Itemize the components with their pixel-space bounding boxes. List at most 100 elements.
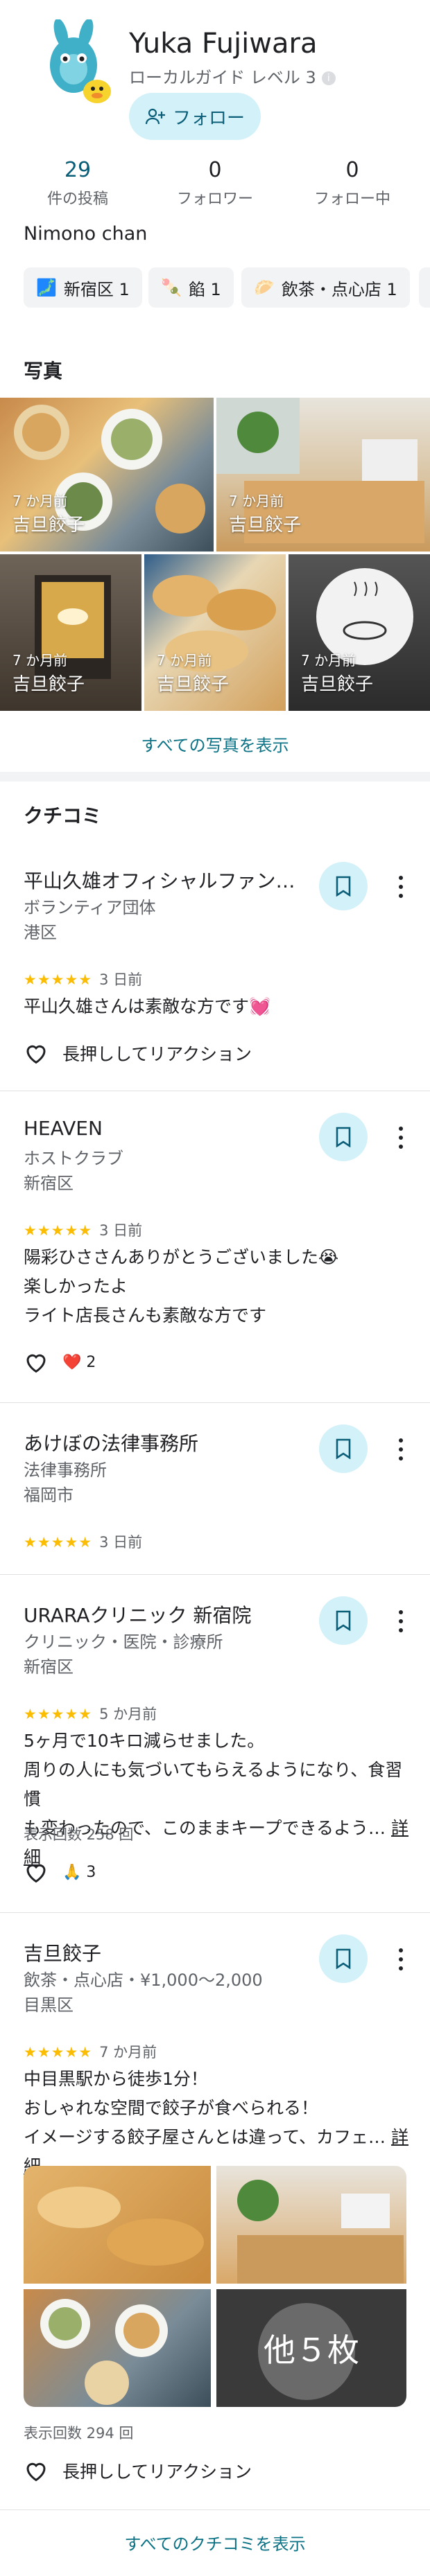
more-vert-icon [399, 875, 403, 880]
chip-an[interactable]: 🍡 餡 1 [148, 267, 234, 308]
reaction-button[interactable]: ❤️ 2 [24, 1350, 96, 1375]
review-text-line: ライト店長さんも素敵な方です [24, 1305, 267, 1325]
stat-followers[interactable]: 0 フォロワー [160, 158, 270, 209]
more-options-button[interactable] [393, 1607, 409, 1635]
chip-shinjuku[interactable]: 🗾 新宿区 1 [24, 267, 142, 308]
photo-place: 吉旦餃子 [229, 515, 302, 536]
photo-date: 7 か月前 [157, 652, 212, 669]
reaction-count: 2 [86, 1353, 96, 1371]
review-rating: ★★★★★ 7 か月前 [24, 2041, 157, 2062]
reaction-count: 3 [86, 1863, 96, 1881]
photo-place: 吉旦餃子 [12, 515, 85, 536]
more-options-button[interactable] [393, 873, 409, 901]
avatar[interactable] [31, 18, 121, 109]
profile-name: Yuka Fujiwara [129, 28, 318, 60]
review-date: 7 か月前 [99, 2044, 157, 2061]
photo-tile[interactable]: 7 か月前 吉旦餃子 [216, 398, 430, 552]
review-category: ボランティア団体 [24, 898, 156, 917]
bookmark-icon [336, 1127, 351, 1147]
review-category: 法律事務所 [24, 1461, 107, 1480]
photo-date: 7 か月前 [12, 493, 68, 509]
reaction-button[interactable]: 長押ししてリアクション [24, 1041, 252, 1066]
photo-image [37, 2187, 204, 2266]
more-photos-count: 他５枚 [264, 2331, 359, 2369]
bio: Nimono chan [24, 223, 148, 245]
stat-followers-count: 0 [208, 158, 222, 182]
review-rating: ★★★★★ 3 日前 [24, 1531, 142, 1552]
chip-dimsum[interactable]: 🥟 飲茶・点心店 1 [241, 267, 410, 308]
more-options-button[interactable] [393, 1946, 409, 1973]
save-bookmark-button[interactable] [319, 862, 368, 910]
review-rating: ★★★★★ 3 日前 [24, 969, 142, 989]
more-vert-icon [399, 1126, 403, 1131]
pray-reaction-icon: 🙏 [62, 1863, 82, 1881]
review-text: 中目黒駅から徒歩1分！ おしゃれな空間で餃子が食べられる！ イメージする餃子屋さ… [24, 2065, 412, 2181]
review-text-line: 5ヶ月で10キロ減らせました。 [24, 1731, 265, 1751]
chip-more[interactable] [419, 267, 430, 308]
review-location: 福岡市 [24, 1485, 74, 1505]
view-count: 表示回数 294 回 [24, 2425, 134, 2442]
save-bookmark-button[interactable] [319, 1934, 368, 1983]
star-rating: ★★★★★ [24, 2044, 93, 2061]
review-place-name[interactable]: HEAVEN [24, 1117, 103, 1140]
heart-reaction-icon: ❤️ [62, 1353, 82, 1371]
save-bookmark-button[interactable] [319, 1596, 368, 1645]
show-all-reviews-link[interactable]: すべてのクチコミを表示 [0, 2530, 430, 2555]
review-place-name[interactable]: 吉旦餃子 [24, 1939, 101, 1966]
review-category: ホストクラブ [24, 1149, 123, 1168]
photo-tile[interactable]: 7 か月前 吉旦餃子 [0, 554, 141, 711]
add-person-icon [145, 108, 165, 125]
stat-following[interactable]: 0 フォロー中 [297, 158, 408, 209]
reaction-button[interactable]: 長押ししてリアクション [24, 2458, 252, 2483]
review-category: クリニック・医院・診療所 [24, 1632, 223, 1652]
photo-image [237, 2180, 404, 2284]
review-location: 新宿区 [24, 1174, 74, 1193]
reaction-hint: 長押ししてリアクション [62, 2462, 252, 2482]
heart-icon [26, 1354, 46, 1373]
review-text-line: 周りの人にも気づいてもらえるようになり、食習慣 [24, 1760, 403, 1809]
more-vert-icon [399, 1609, 403, 1614]
stat-posts[interactable]: 29 件の投稿 [22, 158, 133, 209]
stat-posts-count: 29 [64, 158, 92, 182]
bookmark-icon [336, 1610, 351, 1631]
save-bookmark-button[interactable] [319, 1424, 368, 1473]
stat-following-count: 0 [345, 158, 359, 182]
photo-tile[interactable]: 7 か月前 吉旦餃子 [144, 554, 286, 711]
heart-icon [26, 2462, 46, 2482]
photo-tile[interactable]: 7 か月前 吉旦餃子 [289, 554, 430, 711]
follow-button[interactable]: フォロー [129, 93, 261, 140]
info-icon[interactable]: i [321, 71, 336, 85]
stat-followers-label: フォロワー [176, 191, 253, 208]
more-options-button[interactable] [393, 1124, 409, 1152]
photo-tile[interactable]: 7 か月前 吉旦餃子 [0, 398, 214, 552]
review-place-name[interactable]: URARAクリニック 新宿院 [24, 1600, 251, 1628]
review-place-name[interactable]: あけぼの法律事務所 [24, 1429, 198, 1456]
review-photo[interactable] [216, 2166, 406, 2284]
reviews-section-title: クチコミ [24, 804, 102, 827]
review-photo[interactable] [24, 2289, 211, 2407]
photo-place: 吉旦餃子 [301, 674, 374, 695]
dumpling-icon: 🥟 [254, 278, 275, 297]
show-all-photos-link[interactable]: すべての写真を表示 [0, 732, 430, 756]
review-date: 5 か月前 [99, 1706, 157, 1722]
photo-date: 7 か月前 [229, 493, 284, 509]
heart-icon [26, 1864, 46, 1883]
review-photo[interactable] [24, 2166, 211, 2284]
more-options-button[interactable] [393, 1436, 409, 1463]
chip-label: 新宿区 1 [63, 279, 130, 299]
chip-label: 餡 1 [188, 279, 221, 299]
review-place-name[interactable]: 平山久雄オフィシャルファンク… [24, 866, 301, 894]
reaction-button[interactable]: 🙏 3 [24, 1860, 96, 1885]
follow-label: フォロー [172, 107, 245, 129]
reaction-hint: 長押ししてリアクション [62, 1044, 252, 1064]
review-text: 陽彩ひささんありがとうございました😭 楽しかったよ ライト店長さんも素敵な方です [24, 1243, 412, 1330]
review-location: 港区 [24, 923, 57, 942]
photos-section-title: 写真 [24, 360, 63, 382]
review-photo-more[interactable]: 他５枚 [216, 2289, 406, 2407]
review-divider [0, 2509, 430, 2510]
save-bookmark-button[interactable] [319, 1113, 368, 1161]
chip-label: 飲茶・点心店 1 [281, 279, 397, 299]
review-text-line: 楽しかったよ [24, 1276, 128, 1296]
review-divider [0, 1402, 430, 1403]
star-rating: ★★★★★ [24, 971, 93, 988]
